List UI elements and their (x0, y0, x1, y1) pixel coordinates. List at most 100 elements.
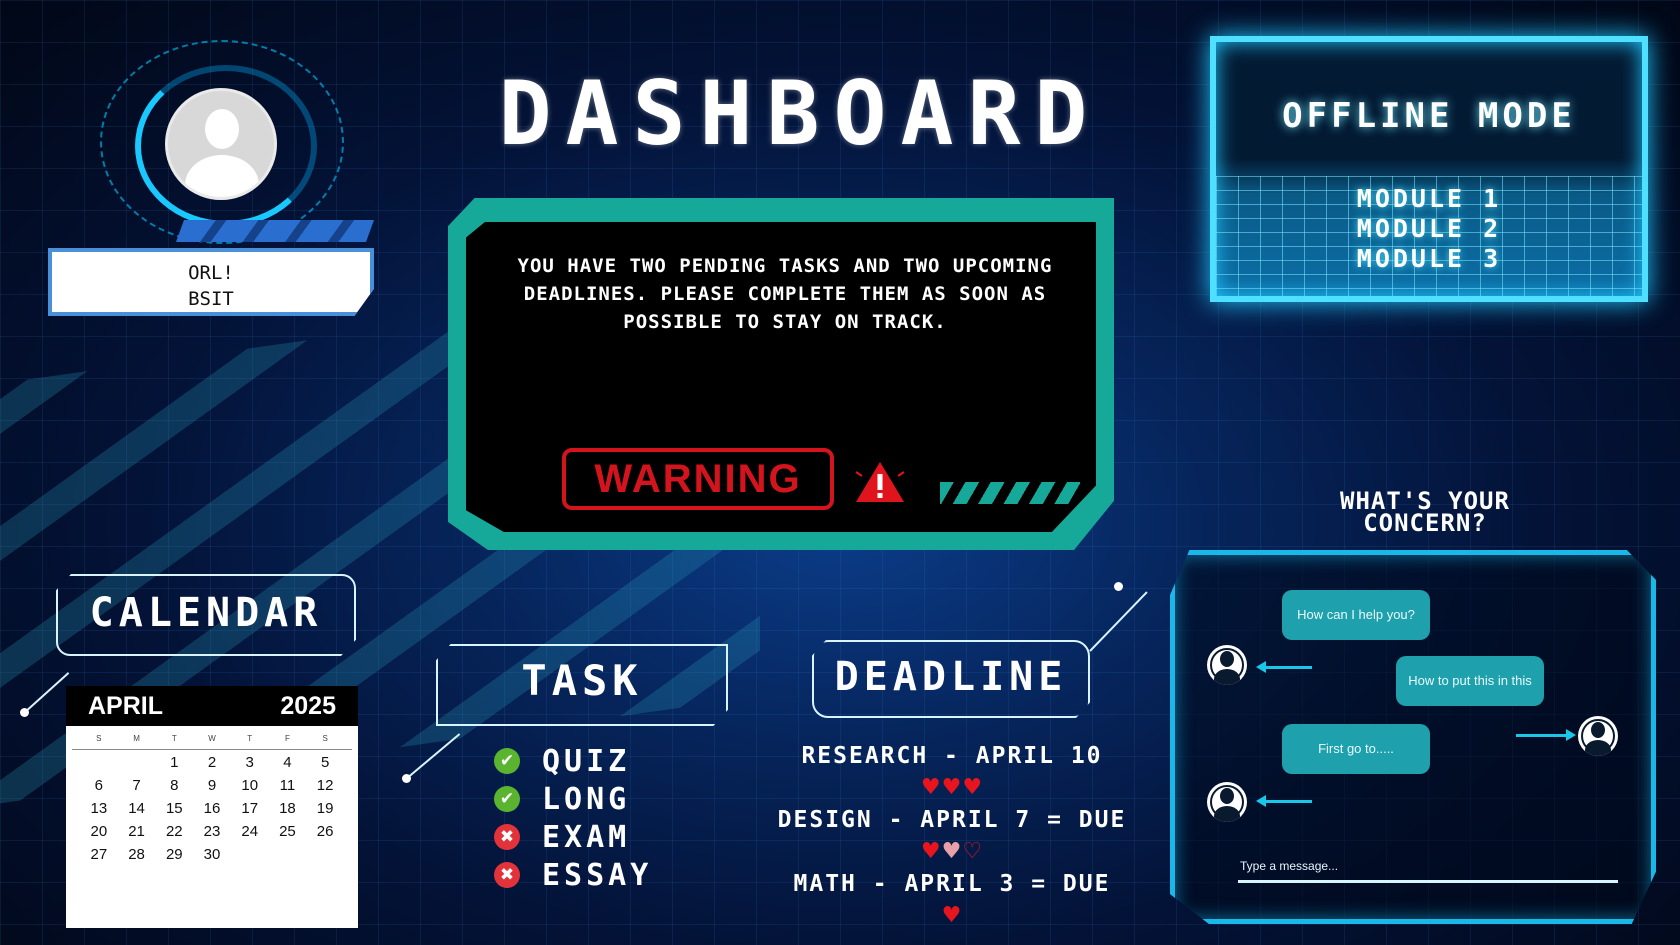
calendar-day (80, 754, 118, 771)
calendar-day[interactable]: 20 (80, 823, 118, 840)
page-title: DASHBOARD (498, 62, 1102, 165)
calendar-days: 1 2 3 4 5 6 7 8 9 10 11 12 13 14 15 16 17 18 19 20 21 22 23 24 2… (66, 750, 358, 867)
calendar-weekday: S (322, 734, 328, 743)
hazard-stripes (940, 482, 1080, 504)
chat-message-bot: How can I help you? (1282, 590, 1430, 640)
calendar-weekday: S (96, 734, 102, 743)
calendar-day (306, 846, 344, 863)
calendar-day (118, 754, 156, 771)
deadline-hearts: ♥♥♡ (752, 834, 1152, 870)
profile-card: ORL! BSIT (48, 248, 374, 316)
deadline-item: DESIGN - APRIL 7 = DUE (777, 807, 1127, 833)
task-list: ✔ QUIZ ✔ LONG ✖ EXAM ✖ ESSAY (494, 742, 734, 894)
calendar-weekday: T (247, 734, 253, 743)
heart-icon: ♥ (941, 775, 963, 800)
x-icon: ✖ (494, 862, 520, 888)
offline-module-2[interactable]: MODULE 2 (1210, 214, 1648, 244)
calendar-day[interactable]: 10 (231, 777, 269, 794)
calendar-day[interactable]: 4 (269, 754, 307, 771)
calendar-day[interactable]: 22 (155, 823, 193, 840)
chat-arrow (1264, 800, 1312, 803)
calendar-day[interactable]: 26 (306, 823, 344, 840)
avatar[interactable] (165, 88, 277, 200)
chat-arrow-tip (1566, 729, 1576, 741)
chat-arrow-tip (1256, 795, 1266, 807)
heart-icon: ♥ (920, 775, 942, 800)
calendar-day[interactable]: 18 (269, 800, 307, 817)
chat-message-input[interactable] (1238, 852, 1618, 883)
calendar-day[interactable]: 1 (155, 754, 193, 771)
offline-title: OFFLINE MODE (1282, 96, 1576, 136)
task-label: QUIZ (542, 743, 631, 779)
task-item[interactable]: ✖ ESSAY (494, 856, 734, 894)
calendar-day[interactable]: 9 (193, 777, 231, 794)
calendar-weekday: F (284, 734, 290, 743)
task-item[interactable]: ✔ QUIZ (494, 742, 734, 780)
calendar-day[interactable]: 30 (193, 846, 231, 863)
calendar-day[interactable]: 28 (118, 846, 156, 863)
calendar-weekday: M (133, 734, 140, 743)
chat-user-avatar-icon (1578, 716, 1618, 756)
calendar-day[interactable]: 21 (118, 823, 156, 840)
calendar-day[interactable]: 12 (306, 777, 344, 794)
heart-icon: ♥ (941, 903, 963, 928)
deadline-hearts: ♥ (752, 898, 1152, 934)
calendar-day[interactable]: 14 (118, 800, 156, 817)
warning-badge: WARNING (562, 448, 834, 510)
calendar-day[interactable]: 27 (80, 846, 118, 863)
calendar-day[interactable]: 5 (306, 754, 344, 771)
calendar-day[interactable]: 3 (231, 754, 269, 771)
chat-arrow (1516, 734, 1568, 737)
task-label: ESSAY (542, 857, 653, 893)
calendar-widget: APRIL 2025 SMTWTFS 1 2 3 4 5 6 7 8 9 10 11 12 13 14 15… (66, 686, 358, 928)
calendar-title: CALENDAR (89, 590, 323, 636)
deadline-title: DEADLINE (834, 654, 1068, 700)
calendar-weekday: T (171, 734, 177, 743)
calendar-month-bar: APRIL 2025 (66, 686, 358, 726)
heart-icon: ♡ (962, 839, 984, 864)
calendar-year: 2025 (280, 691, 336, 720)
task-item[interactable]: ✔ LONG (494, 780, 734, 818)
calendar-day[interactable]: 13 (80, 800, 118, 817)
chat-message-user: How to put this in this (1396, 656, 1544, 706)
calendar-day[interactable]: 15 (155, 800, 193, 817)
calendar-day (269, 846, 307, 863)
calendar-day[interactable]: 7 (118, 777, 156, 794)
name-card-stripe (175, 220, 375, 242)
calendar-day[interactable]: 17 (231, 800, 269, 817)
calendar-day[interactable]: 25 (269, 823, 307, 840)
calendar-day[interactable]: 23 (193, 823, 231, 840)
deadline-list: RESEARCH - APRIL 10 ♥♥♥ DESIGN - APRIL 7 =… (752, 742, 1152, 934)
calendar-day[interactable]: 11 (269, 777, 307, 794)
heart-icon: ♥ (920, 839, 942, 864)
calendar-day[interactable]: 6 (80, 777, 118, 794)
calendar-day[interactable]: 16 (193, 800, 231, 817)
offline-module-1[interactable]: MODULE 1 (1210, 184, 1648, 214)
notice-message: YOU HAVE TWO PENDING TASKS AND TWO UPCOM… (517, 255, 1053, 333)
task-label: LONG (542, 781, 631, 817)
calendar-day[interactable]: 2 (193, 754, 231, 771)
deadline-connector-dot (1114, 582, 1123, 591)
avatar-head (205, 109, 239, 149)
check-icon: ✔ (494, 748, 520, 774)
calendar-connector-dot (20, 708, 29, 717)
x-icon: ✖ (494, 824, 520, 850)
chat-arrow-tip (1256, 661, 1266, 673)
calendar-day (231, 846, 269, 863)
offline-module-3[interactable]: MODULE 3 (1210, 244, 1648, 274)
task-item[interactable]: ✖ EXAM (494, 818, 734, 856)
profile-program: BSIT (188, 288, 234, 310)
deadline-hearts: ♥♥♥ (752, 770, 1152, 806)
calendar-day[interactable]: 24 (231, 823, 269, 840)
heart-icon: ♥ (941, 839, 963, 864)
chat-arrow (1264, 666, 1312, 669)
avatar-body (185, 155, 259, 197)
chat-message-bot: First go to..... (1282, 724, 1430, 774)
calendar-day[interactable]: 19 (306, 800, 344, 817)
chat-bot-avatar-icon (1207, 645, 1247, 685)
calendar-day[interactable]: 8 (155, 777, 193, 794)
heart-icon: ♥ (962, 775, 984, 800)
warning-icon (855, 462, 905, 502)
calendar-day[interactable]: 29 (155, 846, 193, 863)
chat-bot-avatar-icon (1207, 782, 1247, 822)
